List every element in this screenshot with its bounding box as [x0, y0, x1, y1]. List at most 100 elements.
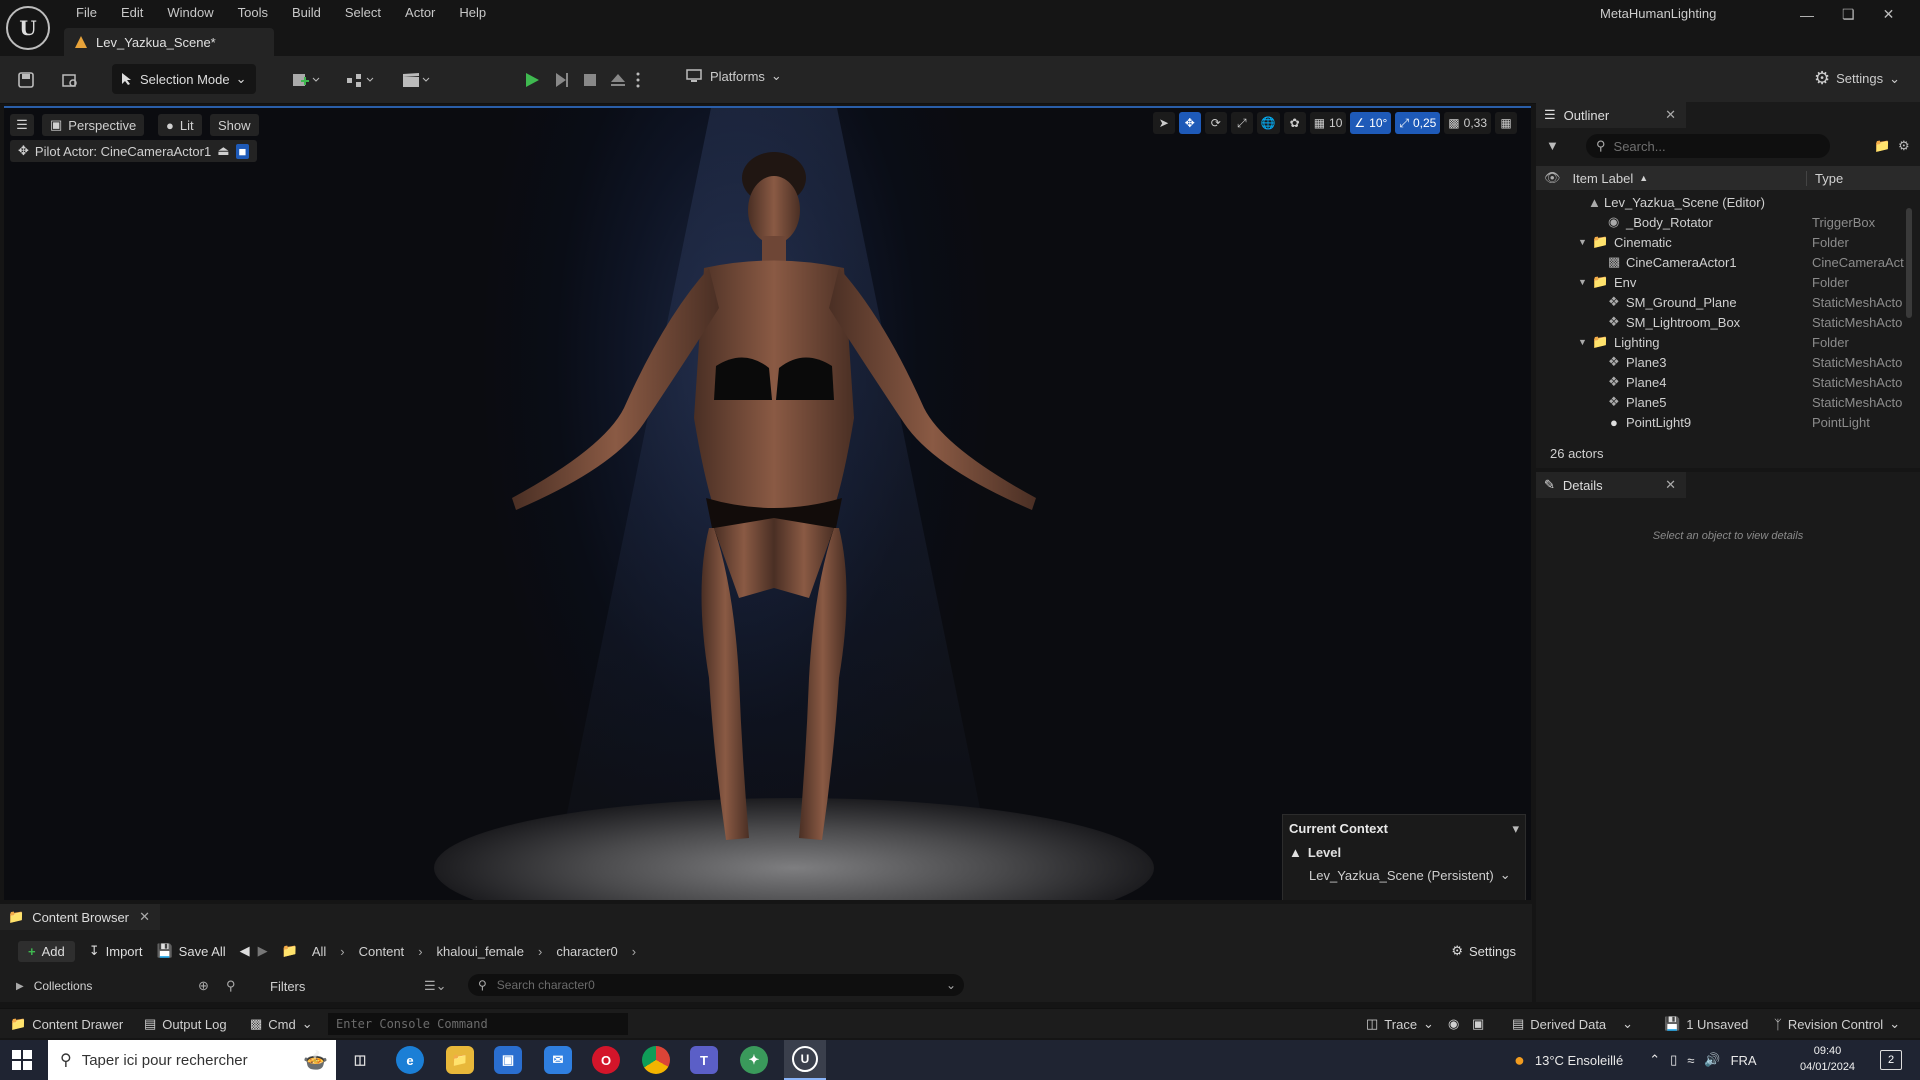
- battery-icon[interactable]: ▯: [1670, 1052, 1677, 1068]
- outliner-row[interactable]: ◉ _Body_Rotator TriggerBox: [1536, 212, 1920, 232]
- outliner-row[interactable]: ❖ SM_Ground_Plane StaticMeshActo: [1536, 292, 1920, 312]
- visibility-icon[interactable]: 👁: [1544, 170, 1561, 186]
- minimize-icon[interactable]: —: [1800, 7, 1814, 23]
- level-document-tab[interactable]: Lev_Yazkua_Scene*: [64, 28, 274, 56]
- record-icon[interactable]: ◉: [1448, 1016, 1459, 1032]
- trace-dropdown[interactable]: ◫ Trace ⌄: [1366, 1016, 1434, 1032]
- outliner-row[interactable]: ▼ 📁 Env Folder: [1536, 272, 1920, 292]
- scale-tool-icon[interactable]: ⤢: [1230, 112, 1253, 134]
- console-command-input[interactable]: Enter Console Command: [328, 1013, 628, 1035]
- world-space-icon[interactable]: 🌐: [1256, 112, 1280, 134]
- volume-icon[interactable]: 🔊: [1704, 1052, 1720, 1068]
- selection-mode-dropdown[interactable]: Selection Mode ⌄: [112, 64, 256, 94]
- eject-pilot-icon[interactable]: ⏏: [217, 143, 229, 159]
- outliner-row[interactable]: ❖ Plane4 StaticMeshActo: [1536, 372, 1920, 392]
- lit-button[interactable]: ● Lit: [158, 114, 202, 136]
- outliner-search-input[interactable]: ⚲ Search...: [1586, 134, 1830, 158]
- menu-window[interactable]: Window: [155, 4, 225, 22]
- translate-tool-icon[interactable]: ✥: [1178, 112, 1201, 134]
- unreal-taskbar-icon[interactable]: U: [784, 1040, 826, 1080]
- expand-icon[interactable]: ▼: [1578, 277, 1587, 287]
- close-icon[interactable]: ✕: [139, 909, 150, 925]
- expand-icon[interactable]: ▼: [1578, 237, 1587, 247]
- clock[interactable]: 09:40 04/01/2024: [1800, 1043, 1855, 1075]
- opera-icon[interactable]: O: [592, 1046, 620, 1074]
- chrome-icon[interactable]: [642, 1046, 670, 1074]
- grid-snap-button[interactable]: ▦ 10: [1309, 112, 1347, 134]
- notification-icon[interactable]: 2: [1880, 1050, 1902, 1070]
- weather-text[interactable]: 13°C Ensoleillé: [1535, 1053, 1623, 1068]
- outliner-row[interactable]: ▲ Lev_Yazkua_Scene (Editor): [1536, 192, 1920, 212]
- unsaved-button[interactable]: 💾 1 Unsaved: [1664, 1016, 1748, 1032]
- breadcrumb-khaloui-female[interactable]: khaloui_female: [437, 944, 524, 959]
- screenshot-icon[interactable]: ▣: [1472, 1016, 1484, 1032]
- stop-icon[interactable]: [578, 68, 602, 92]
- unreal-logo[interactable]: U: [6, 6, 50, 50]
- back-icon[interactable]: ◀: [240, 943, 250, 959]
- play-icon[interactable]: [520, 68, 544, 92]
- outliner-row[interactable]: ▩ CineCameraActor1 CineCameraAct: [1536, 252, 1920, 272]
- expand-icon[interactable]: ▼: [1578, 337, 1587, 347]
- forward-icon[interactable]: ▶: [258, 943, 268, 959]
- import-button[interactable]: ↧ Import: [89, 943, 143, 959]
- cinematics-icon[interactable]: [398, 68, 434, 92]
- edge-icon[interactable]: e: [396, 1046, 424, 1074]
- outliner-scrollbar[interactable]: [1906, 208, 1912, 318]
- search-icon[interactable]: ⚲: [226, 978, 236, 994]
- task-view-icon[interactable]: ◫: [346, 1046, 374, 1074]
- menu-file[interactable]: File: [64, 4, 109, 22]
- content-browser-settings-button[interactable]: ⚙ Settings: [1451, 943, 1516, 959]
- outliner-tab[interactable]: ☰ Outliner ✕: [1536, 102, 1686, 128]
- browse-icon[interactable]: [58, 68, 82, 92]
- derived-data-dropdown[interactable]: ▤ Derived Data ⌄: [1512, 1016, 1633, 1032]
- outliner-row[interactable]: ❖ Plane3 StaticMeshActo: [1536, 352, 1920, 372]
- item-label-header[interactable]: Item Label: [1573, 171, 1634, 186]
- app-icon[interactable]: ✦: [740, 1046, 768, 1074]
- platforms-dropdown[interactable]: Platforms ⌄: [686, 68, 782, 84]
- menu-tools[interactable]: Tools: [226, 4, 280, 22]
- camera-speed-button[interactable]: ▩ 0,33: [1444, 112, 1491, 134]
- menu-edit[interactable]: Edit: [109, 4, 155, 22]
- content-drawer-button[interactable]: 📁 Content Drawer: [10, 1016, 123, 1032]
- menu-select[interactable]: Select: [333, 4, 393, 22]
- add-button[interactable]: + Add: [18, 940, 75, 962]
- level-viewport[interactable]: ☰ ▣ Perspective ● Lit Show ✥ Pilot Actor…: [4, 106, 1531, 900]
- breadcrumb-character0[interactable]: character0: [556, 944, 617, 959]
- breadcrumb-all[interactable]: All: [312, 944, 326, 959]
- context-level-dropdown[interactable]: Lev_Yazkua_Scene (Persistent) ⌄: [1309, 867, 1511, 883]
- rotate-tool-icon[interactable]: ⟳: [1204, 112, 1227, 134]
- collapse-icon[interactable]: ▾: [1512, 821, 1519, 837]
- wifi-icon[interactable]: ≈: [1687, 1053, 1694, 1068]
- mail-icon[interactable]: ✉: [544, 1046, 572, 1074]
- close-icon[interactable]: ✕: [1665, 477, 1676, 493]
- store-icon[interactable]: ▣: [494, 1046, 522, 1074]
- viewport-layout-icon[interactable]: ▦: [1495, 112, 1517, 134]
- windows-start-icon[interactable]: [12, 1050, 32, 1070]
- type-header[interactable]: Type: [1806, 170, 1843, 186]
- gear-icon[interactable]: ⚙: [1898, 138, 1910, 154]
- save-icon[interactable]: [14, 68, 38, 92]
- menu-build[interactable]: Build: [280, 4, 333, 22]
- collections-label[interactable]: Collections: [34, 979, 93, 993]
- select-tool-icon[interactable]: ➤: [1152, 112, 1175, 134]
- teams-icon[interactable]: T: [690, 1046, 718, 1074]
- content-search-input[interactable]: ⚲ Search character0 ⌄: [468, 974, 964, 996]
- restore-icon[interactable]: ❏: [1842, 6, 1855, 23]
- rotation-snap-button[interactable]: ∠ 10°: [1350, 112, 1392, 134]
- filter-icon[interactable]: ▼: [1546, 138, 1559, 153]
- outliner-row[interactable]: ❖ SM_Lightroom_Box StaticMeshActo: [1536, 312, 1920, 332]
- content-browser-tab[interactable]: 📁 Content Browser ✕: [0, 904, 160, 930]
- step-icon[interactable]: [550, 68, 574, 92]
- add-actor-icon[interactable]: [288, 68, 324, 92]
- filter-dropdown-icon[interactable]: ☰⌄: [424, 978, 447, 994]
- chevron-up-icon[interactable]: ⌃: [1649, 1052, 1660, 1068]
- outliner-row[interactable]: ❖ Plane5 StaticMeshActo: [1536, 392, 1920, 412]
- camera-view-icon[interactable]: ■: [235, 143, 250, 159]
- chevron-down-icon[interactable]: ⌄: [946, 978, 956, 992]
- metahuman-character[interactable]: [494, 118, 1054, 898]
- settings-dropdown[interactable]: ⚙ Settings ⌄: [1814, 68, 1900, 89]
- menu-actor[interactable]: Actor: [393, 4, 447, 22]
- surface-snap-icon[interactable]: ✿: [1283, 112, 1306, 134]
- show-button[interactable]: Show: [210, 114, 259, 136]
- close-icon[interactable]: ✕: [1883, 6, 1895, 23]
